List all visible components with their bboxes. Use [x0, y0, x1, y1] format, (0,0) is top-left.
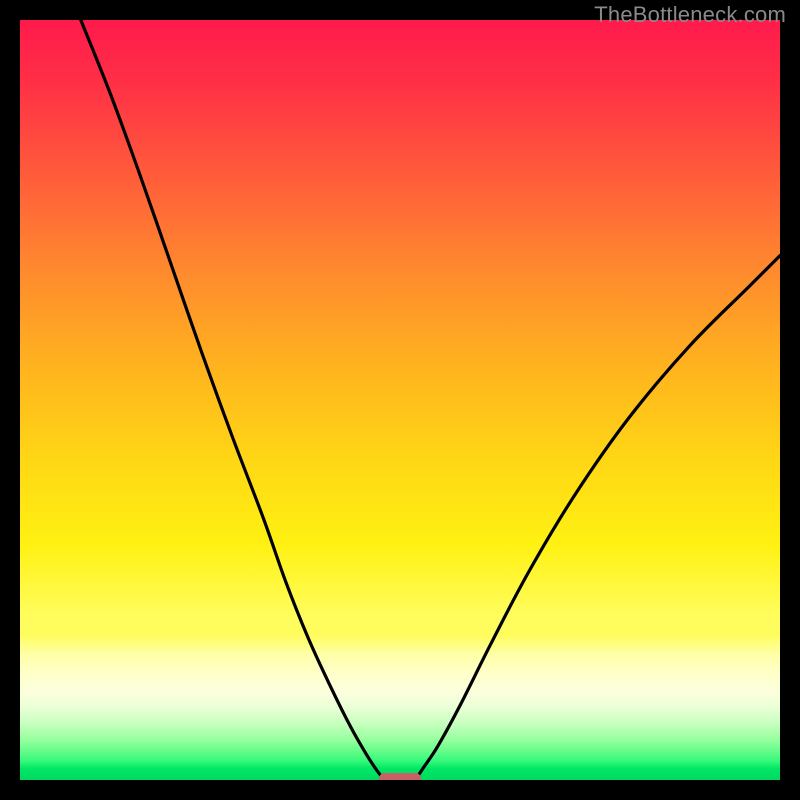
- bottleneck-curve-right: [415, 256, 780, 780]
- plot-area: [20, 20, 780, 780]
- curve-layer: [20, 20, 780, 780]
- watermark-text: TheBottleneck.com: [594, 2, 786, 28]
- bottleneck-curve-left: [81, 20, 385, 780]
- optimal-range-marker: [379, 773, 421, 780]
- chart-frame: TheBottleneck.com: [0, 0, 800, 800]
